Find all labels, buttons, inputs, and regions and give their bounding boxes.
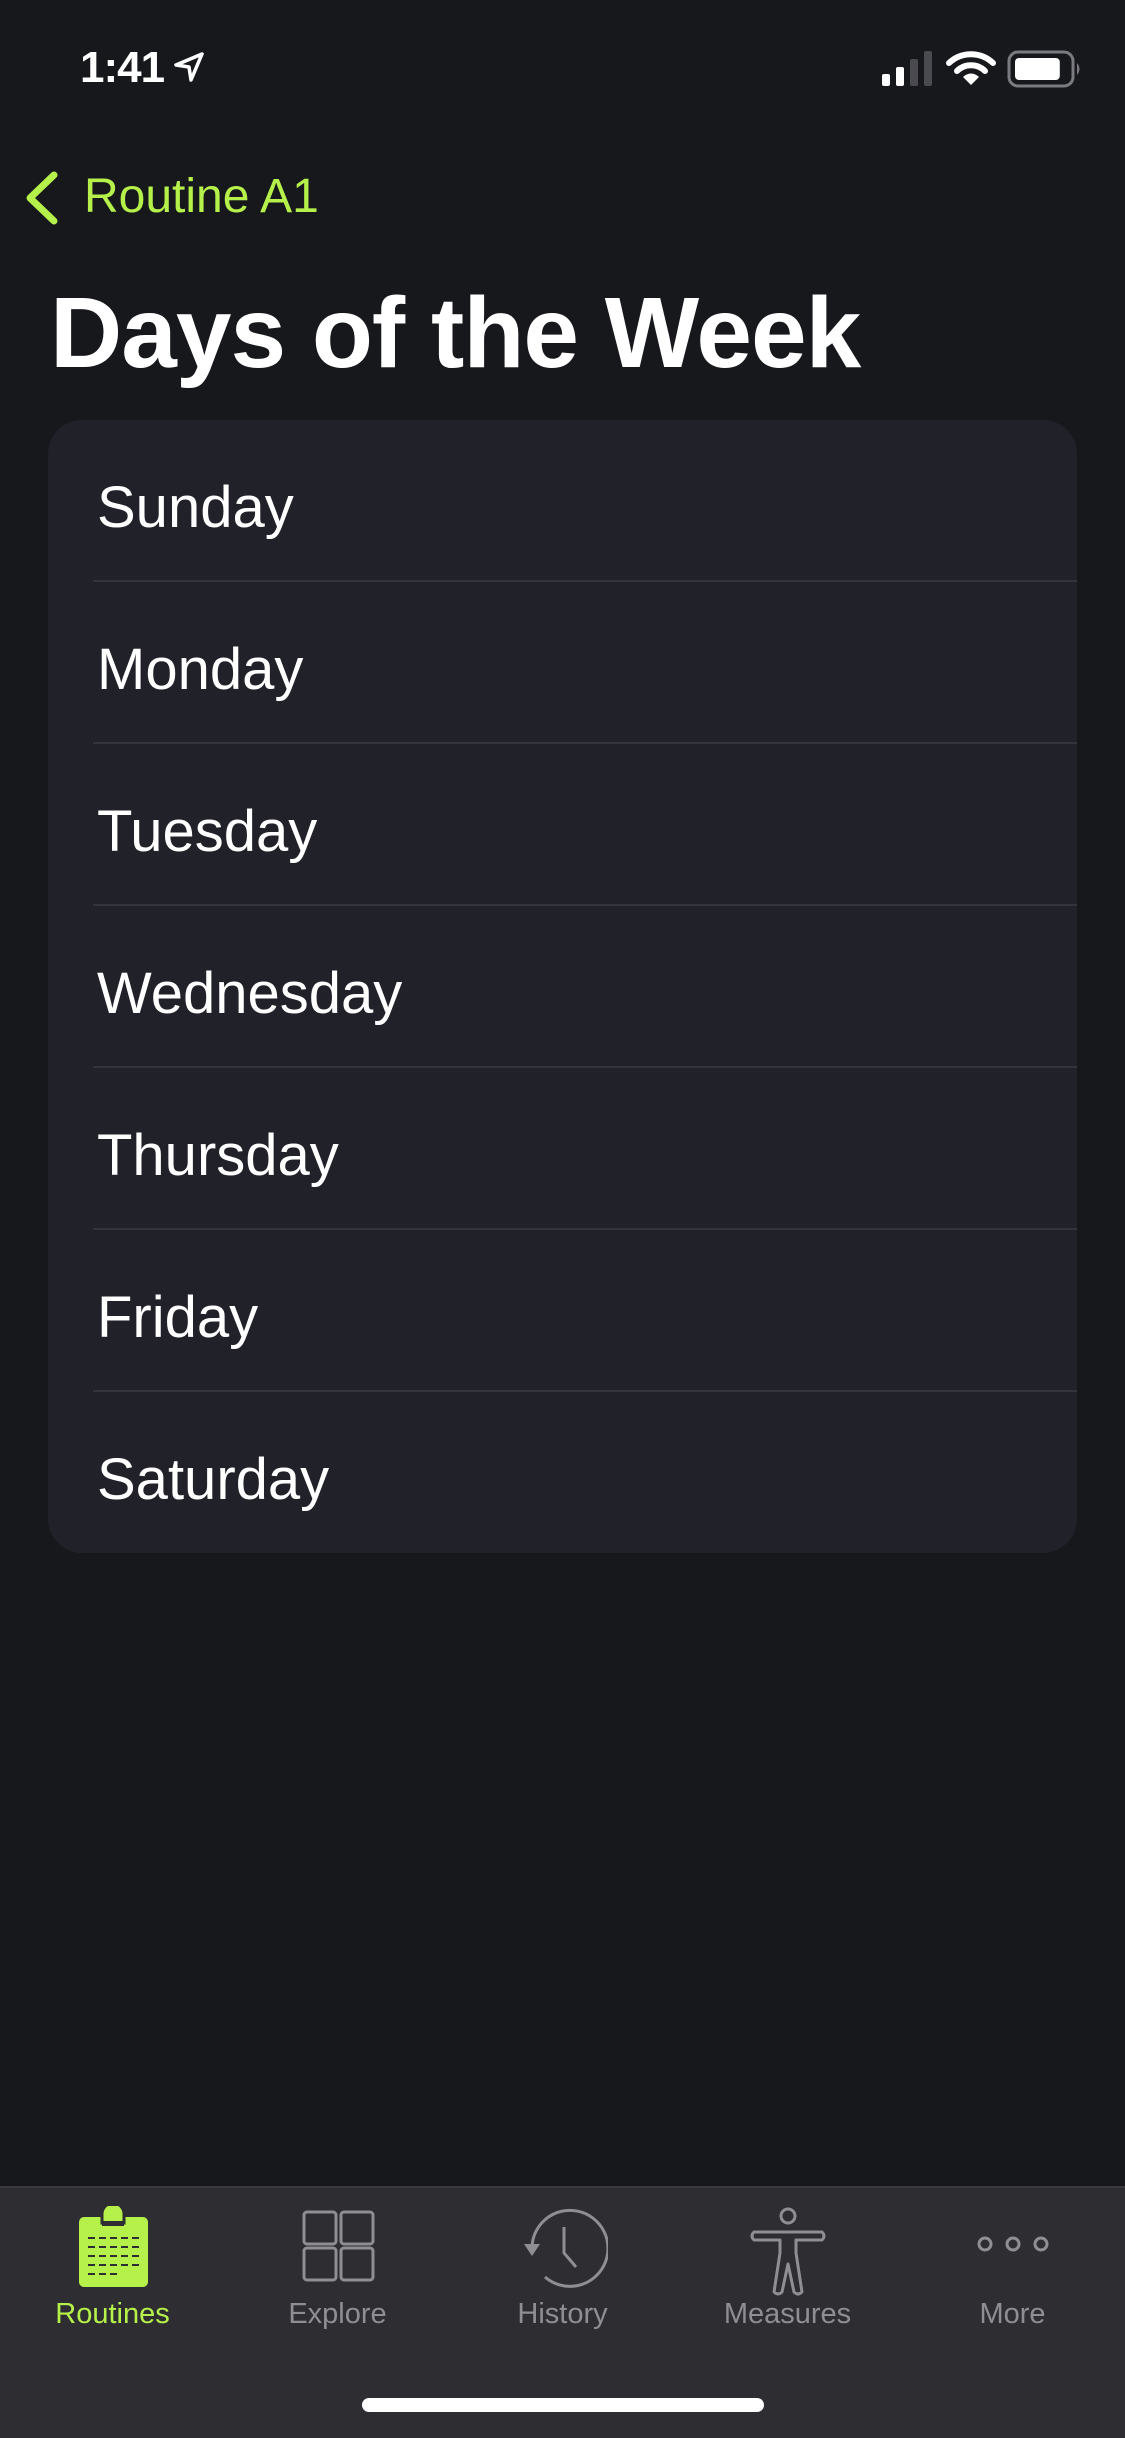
day-label: Monday xyxy=(97,637,304,702)
battery-fill xyxy=(1015,58,1060,80)
home-indicator[interactable] xyxy=(362,2398,764,2412)
tab-measures[interactable]: Measures xyxy=(675,2188,900,2358)
wifi-icon xyxy=(946,51,996,85)
back-button[interactable]: Routine A1 xyxy=(20,162,319,232)
day-row-thursday[interactable]: Thursday xyxy=(48,1068,1077,1230)
day-label: Thursday xyxy=(97,1123,339,1188)
grid-icon xyxy=(302,2210,374,2282)
day-label: Friday xyxy=(97,1285,259,1350)
day-row-saturday[interactable]: Saturday xyxy=(48,1392,1077,1553)
tab-label: Explore xyxy=(288,2298,387,2330)
signal-bar xyxy=(882,74,890,86)
battery-icon xyxy=(1007,50,1080,88)
history-clock-icon xyxy=(523,2208,608,2288)
body-figure-icon xyxy=(750,2207,825,2296)
day-row-monday[interactable]: Monday xyxy=(48,582,1077,744)
more-dots-icon xyxy=(977,2236,1048,2252)
day-label: Sunday xyxy=(97,475,294,540)
clipboard-icon xyxy=(78,2206,148,2287)
tab-history[interactable]: History xyxy=(450,2188,675,2358)
page-title: Days of the Week xyxy=(50,277,861,389)
day-row-tuesday[interactable]: Tuesday xyxy=(48,744,1077,906)
signal-bar xyxy=(924,51,932,86)
day-label: Wednesday xyxy=(97,961,403,1026)
tab-label: More xyxy=(979,2298,1046,2330)
back-label: Routine A1 xyxy=(84,170,319,223)
day-row-wednesday[interactable]: Wednesday xyxy=(48,906,1077,1068)
day-label: Tuesday xyxy=(97,799,318,864)
signal-strength-icon xyxy=(882,51,932,86)
location-arrow-icon xyxy=(174,52,204,82)
day-row-sunday[interactable]: Sunday xyxy=(48,420,1077,582)
signal-bar xyxy=(896,67,904,86)
tab-label: Routines xyxy=(55,2298,170,2330)
day-row-friday[interactable]: Friday xyxy=(48,1230,1077,1392)
tab-routines[interactable]: Routines xyxy=(0,2188,225,2358)
tab-label: Measures xyxy=(723,2298,852,2330)
tab-explore[interactable]: Explore xyxy=(225,2188,450,2358)
status-time: 1:41 xyxy=(80,43,165,92)
signal-bar xyxy=(910,59,918,86)
tab-more[interactable]: More xyxy=(900,2188,1125,2358)
days-list: Sunday Monday Tuesday Wednesday Thursday… xyxy=(48,420,1077,1553)
chevron-left-icon xyxy=(26,171,58,225)
tab-label: History xyxy=(517,2298,608,2330)
day-label: Saturday xyxy=(97,1447,330,1512)
